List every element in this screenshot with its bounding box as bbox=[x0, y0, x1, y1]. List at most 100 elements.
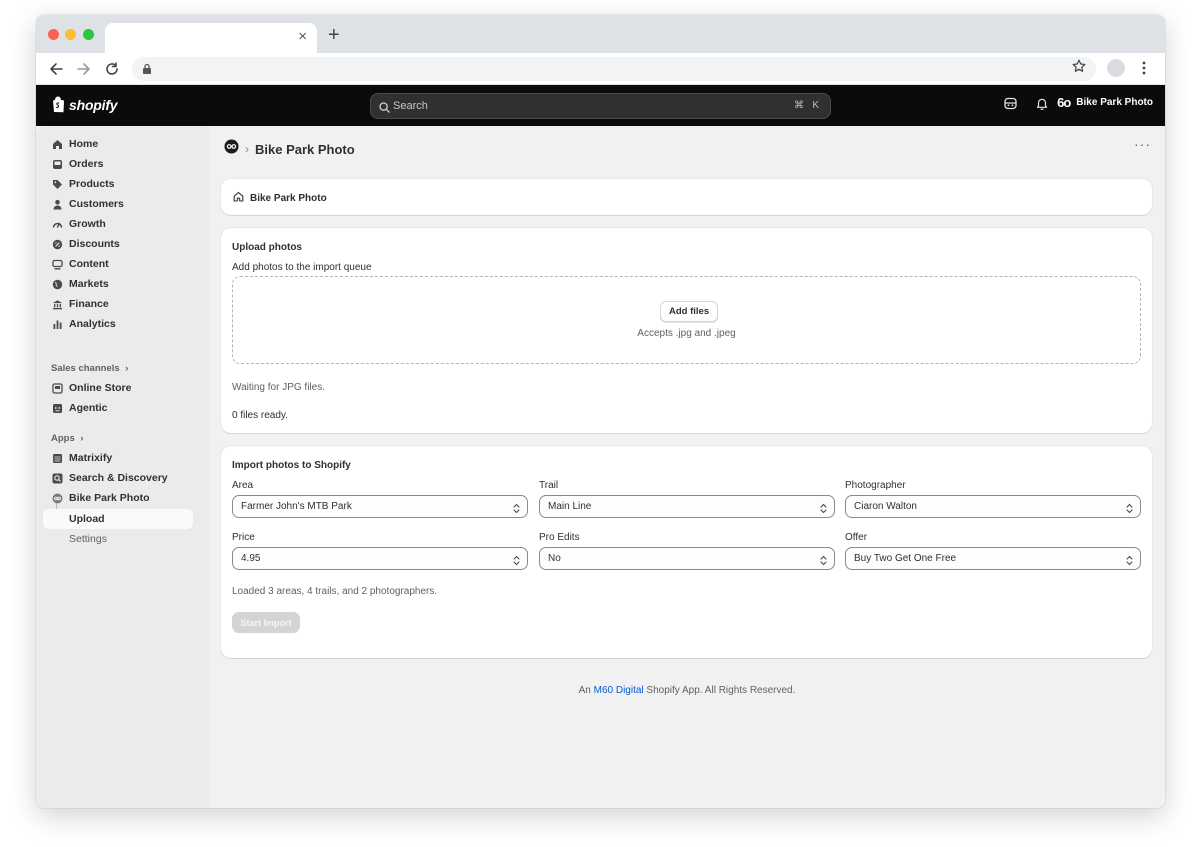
select-chevron-icon bbox=[1126, 501, 1133, 519]
admin-search-input[interactable]: Search ⌘ K bbox=[370, 93, 831, 119]
shopify-logo[interactable]: shopify bbox=[51, 96, 118, 113]
sidebar-item-label: Orders bbox=[69, 158, 104, 170]
chevron-right-icon: › bbox=[125, 363, 129, 374]
search-discovery-icon bbox=[51, 472, 63, 484]
tab-close-icon[interactable]: × bbox=[298, 29, 307, 44]
accepted-formats-text: Accepts .jpg and .jpeg bbox=[637, 328, 736, 339]
page-header: › Bike Park Photo ··· bbox=[209, 126, 1165, 166]
sidebar-item-label: Discounts bbox=[69, 238, 120, 250]
sidebar-item-customers[interactable]: Customers bbox=[43, 194, 193, 214]
select-chevron-icon bbox=[820, 553, 827, 571]
sidebar-item-upload[interactable]: Upload bbox=[43, 509, 193, 529]
browser-tab[interactable]: × bbox=[105, 23, 317, 53]
close-window-button[interactable] bbox=[48, 29, 59, 40]
select-chevron-icon bbox=[513, 501, 520, 519]
tag-icon bbox=[51, 178, 63, 190]
gauge-icon bbox=[51, 218, 63, 230]
sales-channels-heading[interactable]: Sales channels › bbox=[51, 363, 128, 374]
file-dropzone[interactable]: Add files Accepts .jpg and .jpeg bbox=[232, 276, 1141, 364]
bank-icon bbox=[51, 298, 63, 310]
sidebar-item-label: Content bbox=[69, 258, 109, 270]
start-import-button[interactable]: Start Import bbox=[232, 612, 300, 633]
sidebar-item-markets[interactable]: Markets bbox=[43, 274, 193, 294]
sidebar-item-label: Online Store bbox=[69, 382, 132, 394]
area-select[interactable]: Farmer John's MTB Park bbox=[232, 495, 528, 518]
browser-menu-icon[interactable] bbox=[1141, 60, 1147, 81]
loaded-summary-text: Loaded 3 areas, 4 trails, and 2 photogra… bbox=[232, 586, 438, 597]
trail-value: Main Line bbox=[548, 501, 592, 512]
bar-chart-icon bbox=[51, 318, 63, 330]
area-value: Farmer John's MTB Park bbox=[241, 501, 352, 512]
sidebar-item-content[interactable]: Content bbox=[43, 254, 193, 274]
trail-select[interactable]: Main Line bbox=[539, 495, 835, 518]
search-icon bbox=[379, 100, 390, 118]
sidebar-item-discounts[interactable]: Discounts bbox=[43, 234, 193, 254]
breadcrumb-separator: › bbox=[245, 142, 249, 156]
sidebar-item-label: Products bbox=[69, 178, 115, 190]
upload-heading: Upload photos bbox=[232, 242, 302, 253]
footer-text: An M60 Digital Shopify App. All Rights R… bbox=[209, 685, 1165, 696]
more-actions-icon[interactable]: ··· bbox=[1134, 136, 1151, 152]
forward-icon[interactable] bbox=[74, 59, 94, 79]
sidebar-item-label: Customers bbox=[69, 198, 124, 210]
lock-icon bbox=[142, 62, 152, 80]
select-chevron-icon bbox=[820, 501, 827, 519]
store-icon bbox=[51, 382, 63, 394]
files-ready-text: 0 files ready. bbox=[232, 410, 288, 421]
sidebar-item-matrixify[interactable]: Matrixify bbox=[43, 448, 193, 468]
sidekick-icon[interactable] bbox=[1004, 97, 1017, 115]
sidebar-item-products[interactable]: Products bbox=[43, 174, 193, 194]
pro-edits-select[interactable]: No bbox=[539, 547, 835, 570]
person-icon bbox=[51, 198, 63, 210]
admin-sidebar: Home Orders Products Customers Growth Di… bbox=[36, 126, 209, 808]
sidebar-item-bike-park-photo[interactable]: Bike Park Photo bbox=[43, 488, 193, 508]
photographer-select[interactable]: Ciaron Walton bbox=[845, 495, 1141, 518]
minimize-window-button[interactable] bbox=[65, 29, 76, 40]
browser-toolbar bbox=[36, 53, 1165, 85]
sidebar-item-label: Search & Discovery bbox=[69, 472, 168, 484]
pro-edits-label: Pro Edits bbox=[539, 532, 580, 543]
offer-select[interactable]: Buy Two Get One Free bbox=[845, 547, 1141, 570]
reload-icon[interactable] bbox=[102, 59, 122, 79]
notifications-bell-icon[interactable] bbox=[1036, 97, 1048, 115]
sidebar-item-search-discovery[interactable]: Search & Discovery bbox=[43, 468, 193, 488]
footer-suffix: Shopify App. All Rights Reserved. bbox=[646, 685, 796, 696]
search-placeholder: Search bbox=[393, 100, 428, 112]
offer-label: Offer bbox=[845, 532, 868, 543]
sidebar-item-label: Upload bbox=[69, 513, 105, 525]
upload-subheading: Add photos to the import queue bbox=[232, 262, 372, 273]
breadcrumb: › Bike Park Photo bbox=[224, 139, 355, 159]
price-value: 4.95 bbox=[241, 553, 261, 564]
m60-digital-link[interactable]: M60 Digital bbox=[594, 685, 644, 696]
profile-avatar[interactable] bbox=[1107, 59, 1125, 77]
price-label: Price bbox=[232, 532, 255, 543]
add-files-button[interactable]: Add files bbox=[660, 301, 719, 322]
apps-heading[interactable]: Apps › bbox=[51, 433, 84, 444]
photographer-label: Photographer bbox=[845, 480, 906, 491]
back-icon[interactable] bbox=[46, 59, 66, 79]
sidebar-item-finance[interactable]: Finance bbox=[43, 294, 193, 314]
app-home-link[interactable]: Bike Park Photo bbox=[233, 191, 327, 205]
maximize-window-button[interactable] bbox=[83, 29, 94, 40]
sidebar-item-settings[interactable]: Settings bbox=[43, 529, 193, 549]
pro-edits-value: No bbox=[548, 553, 561, 564]
address-bar[interactable] bbox=[132, 57, 1096, 81]
sidebar-item-home[interactable]: Home bbox=[43, 134, 193, 154]
price-select[interactable]: 4.95 bbox=[232, 547, 528, 570]
bookmark-star-icon[interactable] bbox=[1072, 59, 1086, 78]
import-photos-card: Import photos to Shopify Area Farmer Joh… bbox=[221, 446, 1152, 658]
sidebar-item-analytics[interactable]: Analytics bbox=[43, 314, 193, 334]
sidebar-item-online-store[interactable]: Online Store bbox=[43, 378, 193, 398]
sales-channels-label: Sales channels bbox=[51, 363, 120, 374]
sidebar-item-label: Home bbox=[69, 138, 99, 150]
sidebar-item-orders[interactable]: Orders bbox=[43, 154, 193, 174]
new-tab-button[interactable]: + bbox=[328, 25, 340, 45]
store-menu-button[interactable]: 6o Bike Park Photo bbox=[1057, 95, 1153, 110]
trail-label: Trail bbox=[539, 480, 559, 491]
sidebar-item-agentic[interactable]: Agentic bbox=[43, 398, 193, 418]
matrixify-icon bbox=[51, 452, 63, 464]
app-logo-icon[interactable] bbox=[224, 139, 239, 159]
app-home-label: Bike Park Photo bbox=[250, 192, 327, 204]
agentic-icon bbox=[51, 402, 63, 414]
sidebar-item-growth[interactable]: Growth bbox=[43, 214, 193, 234]
